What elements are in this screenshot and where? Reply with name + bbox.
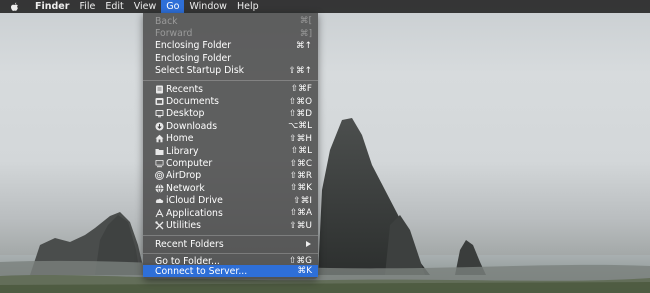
menu-item-label: Recents <box>166 83 203 95</box>
menu-item-back[interactable]: Back ⌘[ <box>143 15 318 27</box>
icloud-icon <box>155 196 164 205</box>
menu-help[interactable]: Help <box>232 0 264 13</box>
menu-item-label: Downloads <box>166 120 218 132</box>
menu-item-shortcut: ⇧⌘D <box>289 108 312 119</box>
menu-item-shortcut: ⇧⌘O <box>288 96 312 107</box>
menu-item-shortcut: ⇧⌘C <box>289 158 312 169</box>
menu-item-label: Desktop <box>166 108 205 120</box>
menu-item-shortcut: ⌘[ <box>299 16 312 27</box>
menu-item-label: Connect to Server... <box>155 265 248 277</box>
menu-item-shortcut: ⇧⌘U <box>289 220 312 231</box>
menu-item-shortcut: ⇧⌘K <box>290 183 312 194</box>
menu-item-label: Enclosing Folder <box>155 52 232 64</box>
menu-item-enclosing-folder[interactable]: Enclosing Folder ⌘↑ <box>143 40 318 52</box>
menu-item-shortcut: ⌘↑ <box>295 40 312 51</box>
menu-item-desktop[interactable]: Desktop ⇧⌘D <box>143 108 318 120</box>
menu-item-shortcut: ⇧⌘R <box>289 170 312 181</box>
menu-item-connect-to-server[interactable]: Connect to Server... ⌘K <box>143 265 318 278</box>
menu-item-forward[interactable]: Forward ⌘] <box>143 27 318 39</box>
menu-item-label: Applications <box>166 207 223 219</box>
menu-item-airdrop[interactable]: AirDrop ⇧⌘R <box>143 170 318 182</box>
menu-item-shortcut: ⇧⌘A <box>289 208 312 219</box>
menu-item-label: Documents <box>166 96 220 108</box>
go-menu-dropdown: Back ⌘[ Forward ⌘] Enclosing Folder ⌘↑ E… <box>143 13 318 279</box>
menu-item-label: Home <box>166 133 194 145</box>
menu-item-label: Library <box>166 145 199 157</box>
desktop-icon <box>155 109 164 118</box>
downloads-icon <box>155 122 164 131</box>
menu-item-select-startup-disk[interactable]: Select Startup Disk ⇧⌘↑ <box>143 65 318 77</box>
menu-item-shortcut: ⇧⌘I <box>293 195 312 206</box>
library-icon <box>155 147 164 156</box>
menu-item-enclosing-folder-alt[interactable]: Enclosing Folder <box>143 52 318 64</box>
menu-item-computer[interactable]: Computer ⇧⌘C <box>143 157 318 169</box>
menu-item-downloads[interactable]: Downloads ⌥⌘L <box>143 120 318 132</box>
menu-item-shortcut: ⇧⌘↑ <box>288 65 312 76</box>
menu-item-shortcut: ⇧⌘F <box>290 84 312 95</box>
menu-item-shortcut: ⌘K <box>297 266 312 277</box>
menu-item-label: AirDrop <box>166 170 202 182</box>
computer-icon <box>155 159 164 168</box>
applications-icon <box>155 208 164 218</box>
menu-item-shortcut: ⌘] <box>299 28 312 39</box>
menu-view[interactable]: View <box>129 0 162 13</box>
menu-item-label: iCloud Drive <box>166 195 223 207</box>
documents-icon <box>155 97 164 106</box>
menu-window[interactable]: Window <box>184 0 231 13</box>
menu-edit[interactable]: Edit <box>100 0 128 13</box>
menu-bar: Finder File Edit View Go Window Help <box>0 0 650 13</box>
menu-item-recent-folders[interactable]: Recent Folders <box>143 238 318 250</box>
menu-item-network[interactable]: Network ⇧⌘K <box>143 182 318 194</box>
recents-icon <box>155 85 164 94</box>
menu-item-label: Forward <box>155 28 193 40</box>
menu-item-shortcut: ⌥⌘L <box>288 121 312 132</box>
apple-icon[interactable] <box>10 2 20 12</box>
menu-item-recents[interactable]: Recents ⇧⌘F <box>143 83 318 95</box>
menu-separator <box>143 235 318 236</box>
menu-item-library[interactable]: Library ⇧⌘L <box>143 145 318 157</box>
menu-finder[interactable]: Finder <box>30 0 74 13</box>
menu-go[interactable]: Go <box>161 0 185 13</box>
menu-item-documents[interactable]: Documents ⇧⌘O <box>143 95 318 107</box>
menu-item-label: Utilities <box>166 220 201 232</box>
submenu-arrow-icon <box>306 241 311 248</box>
menu-item-label: Network <box>166 182 205 194</box>
coastal-rocks-image <box>0 118 650 293</box>
menu-item-label: Enclosing Folder <box>155 40 232 52</box>
menu-item-home[interactable]: Home ⇧⌘H <box>143 133 318 145</box>
menu-item-shortcut: ⇧⌘L <box>290 146 312 157</box>
menu-item-label: Computer <box>166 158 213 170</box>
menu-item-label: Back <box>155 15 178 27</box>
menu-separator <box>143 253 318 254</box>
menu-item-utilities[interactable]: Utilities ⇧⌘U <box>143 219 318 231</box>
menu-item-icloud-drive[interactable]: iCloud Drive ⇧⌘I <box>143 195 318 207</box>
desktop-wallpaper <box>0 0 650 293</box>
menu-separator <box>143 80 318 81</box>
airdrop-icon <box>155 171 164 181</box>
menu-item-label: Recent Folders <box>155 238 224 250</box>
utilities-icon <box>155 221 164 230</box>
menu-item-shortcut: ⇧⌘H <box>289 133 312 144</box>
menu-item-applications[interactable]: Applications ⇧⌘A <box>143 207 318 219</box>
network-icon <box>155 183 164 193</box>
menu-item-label: Select Startup Disk <box>155 65 245 77</box>
home-icon <box>155 134 164 143</box>
menu-file[interactable]: File <box>74 0 100 13</box>
